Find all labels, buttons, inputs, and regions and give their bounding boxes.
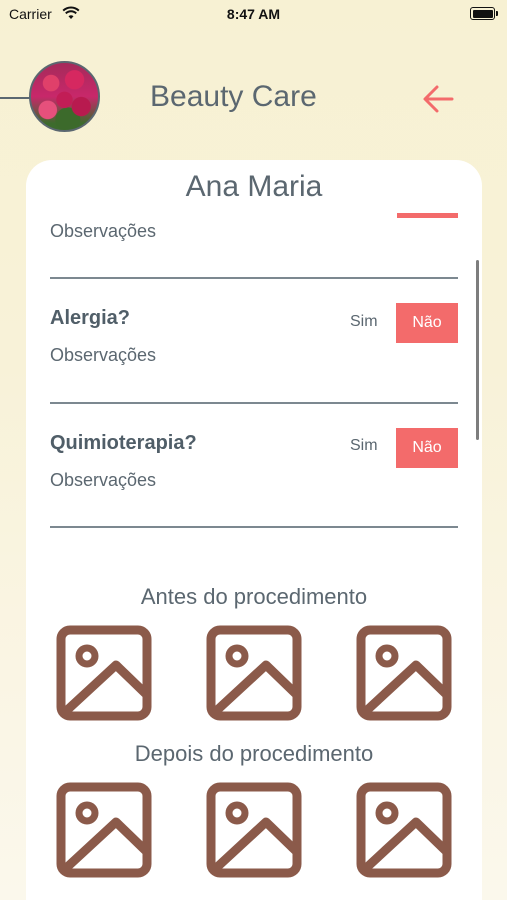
- back-arrow-icon[interactable]: [422, 84, 454, 114]
- alergia-sim-button[interactable]: Sim: [350, 313, 378, 331]
- quimioterapia-nao-button[interactable]: Não: [396, 428, 458, 468]
- image-placeholder-icon: [56, 782, 152, 878]
- image-placeholder-icon: [356, 782, 452, 878]
- before-photo-3[interactable]: [356, 625, 452, 721]
- divider: [50, 402, 458, 404]
- quimioterapia-observations-field[interactable]: Observações: [50, 470, 156, 491]
- after-photo-1[interactable]: [56, 782, 152, 878]
- divider: [50, 277, 458, 279]
- before-photo-1[interactable]: [56, 625, 152, 721]
- header-decoration-line: [0, 97, 30, 99]
- avatar[interactable]: [29, 61, 100, 132]
- alergia-nao-button[interactable]: Não: [396, 303, 458, 343]
- image-placeholder-icon: [56, 625, 152, 721]
- nao-button-partial[interactable]: [397, 213, 458, 218]
- before-procedure-title: Antes do procedimento: [140, 584, 368, 609]
- after-procedure-title: Depois do procedimento: [134, 741, 374, 766]
- quimioterapia-sim-button[interactable]: Sim: [350, 437, 378, 455]
- client-name: Ana Maria: [185, 170, 323, 203]
- clock: 8:47 AM: [226, 6, 281, 22]
- app-title: Beauty Care: [150, 80, 317, 113]
- alergia-question: Alergia?: [50, 307, 131, 329]
- observations-field[interactable]: Observações: [50, 221, 156, 242]
- before-photo-2[interactable]: [206, 625, 302, 721]
- image-placeholder-icon: [206, 625, 302, 721]
- alergia-observations-field[interactable]: Observações: [50, 345, 156, 366]
- scrollbar[interactable]: [476, 260, 479, 440]
- client-card: Ana Maria Observações Alergia? Sim Não O…: [26, 160, 482, 900]
- quimioterapia-question: Quimioterapia?: [50, 432, 197, 454]
- divider: [50, 526, 458, 528]
- battery-icon: [470, 7, 498, 20]
- image-placeholder-icon: [206, 782, 302, 878]
- status-bar: Carrier 8:47 AM: [0, 0, 507, 30]
- after-photo-2[interactable]: [206, 782, 302, 878]
- image-placeholder-icon: [356, 625, 452, 721]
- after-photo-3[interactable]: [356, 782, 452, 878]
